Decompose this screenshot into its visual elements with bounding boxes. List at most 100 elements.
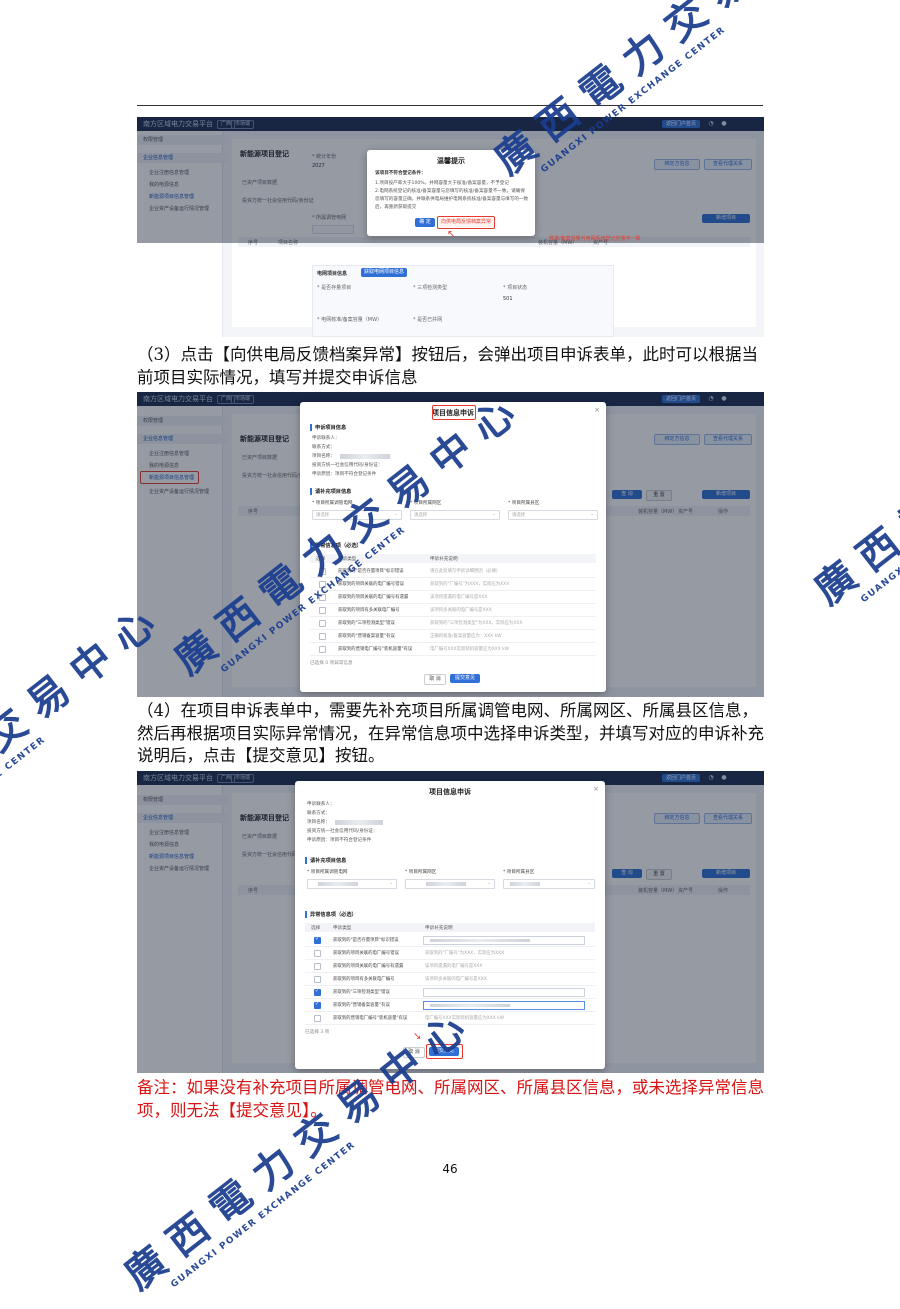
fetch-grid-info-button[interactable]: 获取电网项目信息 xyxy=(361,268,407,277)
row-desc: 正确的核准/备案容量应为：XXX kW xyxy=(430,634,502,639)
row-checkbox[interactable] xyxy=(319,594,326,601)
submit-button[interactable]: 提交意见 xyxy=(450,674,480,683)
area-select-value xyxy=(426,882,466,886)
row-checkbox[interactable] xyxy=(319,620,326,627)
blurred-project-name xyxy=(340,454,390,459)
area-select[interactable]: 请选择 ⌄ xyxy=(410,510,500,520)
grid-select-value xyxy=(318,882,358,886)
row-type: 获取到的项目关联的电厂编号错误 xyxy=(338,582,404,587)
page-number: 46 xyxy=(442,1162,458,1176)
row-desc-input[interactable] xyxy=(423,988,585,997)
row-checkbox[interactable] xyxy=(319,581,326,588)
dialog-line-1: 1.项目投产率大于100%，并网容量大于核准/备案容量，不予登记 xyxy=(375,181,509,186)
blurred-project-name-3 xyxy=(335,820,383,825)
row-checkbox[interactable] xyxy=(319,633,326,640)
selected-count-3: 已选择 3 项 xyxy=(305,1030,330,1035)
project-status-label: * 项目状态 xyxy=(503,285,528,291)
county-select[interactable]: 请选择 ⌄ xyxy=(508,510,598,520)
grid-capacity-label: * 电网核准/备案容量（MW） xyxy=(317,317,383,323)
ok-button[interactable]: 确 定 xyxy=(415,218,435,227)
row-type: 获取到的"营销备案容量"有误 xyxy=(338,634,395,639)
grid-select-placeholder: 请选择 xyxy=(316,513,330,518)
row-checkbox[interactable] xyxy=(319,646,326,653)
county-select-placeholder: 请选择 xyxy=(512,513,526,518)
appeal-dialog: 项目信息申诉 × 申诉项目信息 申诉联系人： 联系方式： 项目名称： 投资方统一… xyxy=(300,402,606,692)
section-applicant: 申诉项目信息 xyxy=(310,424,346,431)
row-checkbox[interactable] xyxy=(319,568,326,575)
row-type: 获取到的"三项检测类型"错误 xyxy=(338,621,395,626)
cancel-button-3[interactable]: 取 消 xyxy=(403,1047,425,1058)
row-type: 获取到的项目关联的电厂编号有遗漏 xyxy=(333,964,404,969)
abnormal-table-header: 选择 申诉类型 申诉补充说明 xyxy=(310,554,596,563)
row-type: 获取到的"是否存量项目"标识错误 xyxy=(338,569,404,574)
col-type: 申诉类型 xyxy=(338,557,357,562)
county-select-3[interactable]: ⌄ xyxy=(503,879,595,889)
row-checkbox[interactable] xyxy=(314,936,321,944)
abnormal-row: 获取到的项目关联的电厂编号错误 获取到的"厂编号"为XXX，实际应为XXX xyxy=(310,578,596,591)
warning-dialog: 温馨提示 × 该项目不符合登记条件： 1.项目投产率大于100%，并网容量大于核… xyxy=(367,150,535,236)
close-icon[interactable]: × xyxy=(594,406,600,414)
abnormal-table-header-3: 选择 申诉类型 申诉补充说明 xyxy=(305,923,595,932)
col-desc-3: 申诉补充说明 xyxy=(425,926,453,931)
cancel-button[interactable]: 取 消 xyxy=(424,674,446,685)
row-type: 获取到的营销电厂编号"装机容量"有误 xyxy=(333,1016,408,1021)
row-checkbox[interactable] xyxy=(314,988,321,996)
field-county-label: * 项目所属县区 xyxy=(508,501,540,506)
row-type: 获取到的"是否存量项目"标识错误 xyxy=(333,938,399,943)
submit-highlight xyxy=(426,1044,463,1059)
field-area-label: * 项目所属网区 xyxy=(410,501,442,506)
title-highlight xyxy=(432,405,476,420)
row-desc-blurred xyxy=(430,939,530,942)
abnormal-row: 获取到的"是否存量项目"标识错误 请在此处填写申诉详细原因（必填） xyxy=(310,565,596,578)
field-grid-label: * 项目所属调管电网 xyxy=(312,501,353,506)
applicant-phone: 联系方式： xyxy=(312,445,335,450)
applicant-investor-3: 投资方统一社会信用代码/身份证： xyxy=(307,829,378,834)
row-desc: 电厂编号XXX实际装机容量应为XXX kW xyxy=(425,1016,505,1021)
row-checkbox[interactable] xyxy=(314,963,321,970)
appeal-dialog-title-3: 项目信息申诉 xyxy=(429,788,471,796)
watermark-right-edge: 廣西電力交易中心 GUANGXI POWER EXCHANGE CENTER xyxy=(800,304,900,624)
area-select-3[interactable]: ⌄ xyxy=(405,879,495,889)
row-checkbox[interactable] xyxy=(314,1001,321,1009)
dialog-line-2: 2.电网系统登记的核准/备案容量与您填写的核准/备案容量不一致，请确保 xyxy=(375,189,525,194)
row-type: 获取到的项目有多关联电厂编号 xyxy=(333,977,395,982)
grid-select[interactable]: 请选择 ⌄ xyxy=(312,510,402,520)
row-checkbox[interactable] xyxy=(319,607,326,614)
field-area-label-3: * 项目所属网区 xyxy=(405,870,437,875)
row-checkbox[interactable] xyxy=(314,950,321,957)
detect-type-label: * 三项检测类型 xyxy=(413,285,448,291)
row-desc: 请在此处填写申诉详细原因（必填） xyxy=(430,569,501,574)
dialog-line-3: 您填写的容量正确，并联系供电局维护电网系统核准/备案容量与填写的一致 xyxy=(375,197,529,202)
row-type: 获取到的营销电厂编号"装机容量"有误 xyxy=(338,647,413,652)
applicant-reason: 申诉原因：项目不符合登记条件 xyxy=(312,472,377,477)
row-desc-input[interactable] xyxy=(423,1001,585,1010)
chevron-down-icon: ⌄ xyxy=(389,881,393,886)
applicant-phone-3: 联系方式： xyxy=(307,811,330,816)
row-type: 获取到的项目关联的电厂编号错误 xyxy=(333,951,399,956)
project-status-value: 501 xyxy=(503,296,513,302)
abnormal-row: 获取到的"营销备案容量"有误 正确的核准/备案容量应为：XXX kW xyxy=(310,630,596,643)
close-icon[interactable]: × xyxy=(593,785,599,793)
grid-select-3[interactable]: ⌄ xyxy=(307,879,397,889)
row-desc-input[interactable] xyxy=(423,936,585,945)
row-desc: 电厂编号XXX实际装机容量应为XXX kW xyxy=(430,647,510,652)
area-select-placeholder: 请选择 xyxy=(414,513,428,518)
section-abnormal-3: 异常信息项（必选） xyxy=(305,911,357,918)
abnormal-row: 获取到的"三项检测类型"错误 获取到的"三项检测类型"为XXX，实际应为XXX xyxy=(310,617,596,630)
abnormal-row: 获取到的"三项检测类型"错误 xyxy=(305,986,595,999)
close-icon[interactable]: × xyxy=(523,154,529,162)
abnormal-row: 获取到的项目有多关联电厂编号 该项目多关联的电厂编号是XXX xyxy=(305,973,595,986)
selected-count: 已选择 0 项异常信息 xyxy=(310,661,353,666)
dialog-intro: 该项目不符合登记条件： xyxy=(375,171,426,176)
row-desc: 该项目多关联的电厂编号是XXX xyxy=(425,977,487,982)
row-desc: 该项目遗漏的电厂编号是XXX xyxy=(430,595,488,600)
applicant-investor: 投资方统一社会信用代码/身份证： xyxy=(312,463,383,468)
row-desc-blurred xyxy=(430,1004,510,1007)
pointer-arrow-3: ↘ xyxy=(413,1031,422,1042)
grid-info-title: 电网项目信息 xyxy=(317,271,348,277)
row-checkbox[interactable] xyxy=(314,976,321,983)
row-checkbox[interactable] xyxy=(314,1015,321,1022)
grid-connected-label: * 是否已并网 xyxy=(413,317,443,323)
col-desc: 申诉补充说明 xyxy=(430,557,458,562)
grid-info-panel: 电网项目信息 获取电网项目信息 * 是否存量项目 * 三项检测类型 * 项目状态… xyxy=(312,265,614,337)
